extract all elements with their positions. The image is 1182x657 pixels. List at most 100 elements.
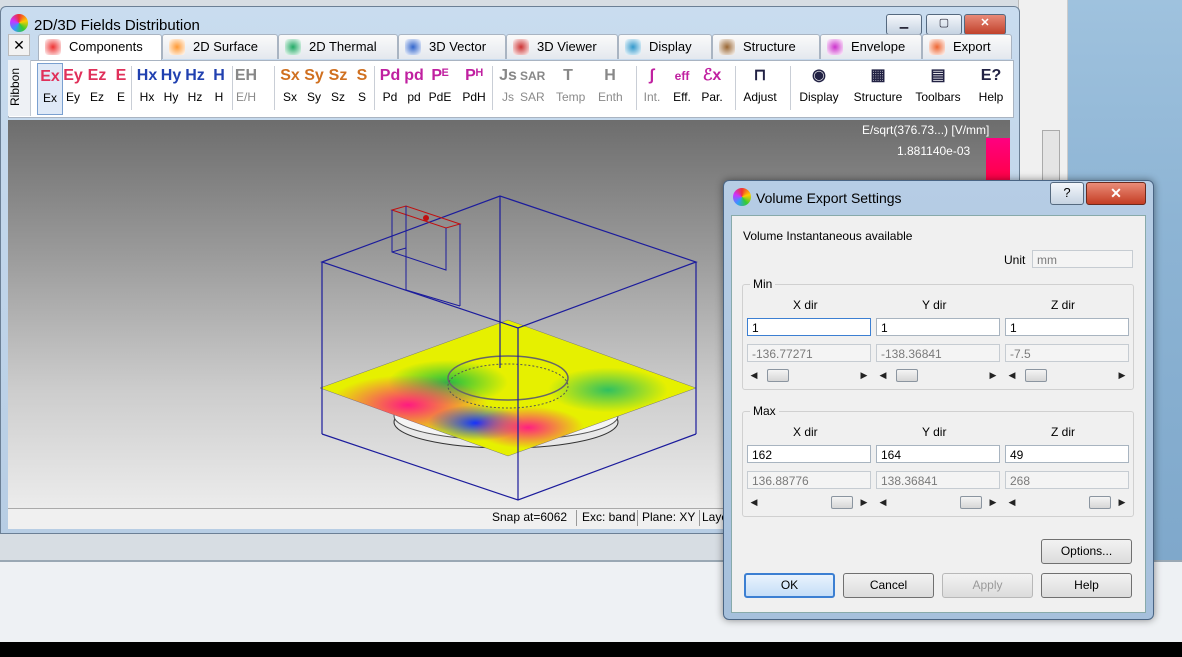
ribbon-button-eff-[interactable]: eff Eff.: [670, 63, 694, 113]
ok-button[interactable]: OK: [744, 573, 835, 598]
min-x-readout: -136.77271: [747, 344, 871, 362]
options-button[interactable]: Options...: [1041, 539, 1132, 564]
ribbon-button-temp[interactable]: T Temp: [556, 63, 585, 113]
ribbon-button-ez[interactable]: Ez Ez: [85, 63, 109, 113]
ribbon-button-par-[interactable]: ℰx Par.: [700, 63, 724, 113]
tab-3d-vector[interactable]: 3D Vector: [398, 34, 506, 59]
scroll-right-icon[interactable]: ▶: [1117, 495, 1127, 509]
dialog-close-button[interactable]: ✕: [1086, 182, 1146, 205]
min-y-slider[interactable]: ◀ ▶: [876, 368, 1000, 382]
max-x-header: X dir: [793, 425, 818, 439]
max-z-slider[interactable]: ◀ ▶: [1005, 495, 1129, 509]
ribbon-button-label: Eff.: [673, 90, 691, 104]
ribbon-button-e-h[interactable]: EH E/H: [234, 63, 258, 113]
scroll-thumb[interactable]: [767, 369, 790, 382]
max-x-input[interactable]: 162: [747, 445, 871, 463]
ribbon-button-sy[interactable]: Sy Sy: [302, 63, 326, 113]
tab-envelope[interactable]: Envelope: [820, 34, 922, 59]
ribbon-separator: [131, 66, 132, 110]
ribbon-button-hz[interactable]: Hz Hz: [183, 63, 207, 113]
ribbon-button-help[interactable]: E? Help: [976, 63, 1006, 113]
ribbon-button-ey[interactable]: Ey Ey: [61, 63, 85, 113]
ribbon-separator: [735, 66, 736, 110]
min-z-header: Z dir: [1051, 298, 1075, 312]
minimize-button[interactable]: ▁: [886, 14, 922, 35]
ribbon-button-label: Ey: [65, 90, 80, 104]
scroll-thumb[interactable]: [1088, 496, 1111, 509]
ribbon-button-hx[interactable]: Hx Hx: [135, 63, 159, 113]
scroll-thumb[interactable]: [1025, 369, 1048, 382]
ribbon-button-hy[interactable]: Hy Hy: [159, 63, 183, 113]
help-button[interactable]: Help: [1041, 573, 1132, 598]
maximize-button[interactable]: ▢: [926, 14, 962, 35]
scroll-thumb[interactable]: [959, 496, 982, 509]
scroll-left-icon[interactable]: ◀: [878, 368, 888, 382]
scroll-right-icon[interactable]: ▶: [859, 368, 869, 382]
ribbon-button-s[interactable]: SS: [350, 63, 374, 113]
tab-label: Envelope: [851, 39, 906, 54]
status-separator: [637, 510, 638, 526]
status-excitation: Exc: band: [582, 510, 636, 524]
min-z-slider[interactable]: ◀ ▶: [1005, 368, 1129, 382]
scroll-left-icon[interactable]: ◀: [749, 495, 759, 509]
tab-display[interactable]: Display: [618, 34, 712, 59]
tab-3d-viewer[interactable]: 3D Viewer: [506, 34, 618, 59]
ribbon-button-js[interactable]: Js Js: [496, 63, 520, 113]
ribbon-button-enth[interactable]: H Enth: [598, 63, 623, 113]
scroll-right-icon[interactable]: ▶: [988, 495, 998, 509]
ribbon-button-e[interactable]: EE: [109, 63, 133, 113]
tab-structure[interactable]: Structure: [712, 34, 820, 59]
scroll-left-icon[interactable]: ◀: [1007, 495, 1017, 509]
ribbon-button-label: Par.: [701, 90, 723, 104]
max-x-slider[interactable]: ◀ ▶: [747, 495, 871, 509]
ribbon-button-int-[interactable]: ∫ Int.: [640, 63, 664, 113]
ribbon-button-pd[interactable]: pd pd: [402, 63, 426, 113]
max-z-input[interactable]: 49: [1005, 445, 1129, 463]
pde-icon: Pᴱ: [431, 67, 449, 84]
ribbon-button-pd[interactable]: Pd Pd: [378, 63, 402, 113]
scroll-right-icon[interactable]: ▶: [1117, 368, 1127, 382]
ribbon-button-sz[interactable]: Sz Sz: [326, 63, 350, 113]
ribbon-button-pdh[interactable]: Pᴴ PdH: [462, 63, 486, 113]
apply-button[interactable]: Apply: [942, 573, 1033, 598]
tab-2d-thermal[interactable]: 2D Thermal: [278, 34, 398, 59]
min-x-input[interactable]: 1: [747, 318, 871, 336]
ribbon-close-button[interactable]: ✕: [8, 34, 30, 56]
min-z-input[interactable]: 1: [1005, 318, 1129, 336]
max-y-input[interactable]: 164: [876, 445, 1000, 463]
scroll-right-icon[interactable]: ▶: [859, 495, 869, 509]
hy-icon: Hy: [160, 67, 182, 84]
close-button[interactable]: ✕: [964, 14, 1006, 35]
ribbon-button-pde[interactable]: Pᴱ PdE: [428, 63, 452, 113]
max-z-header: Z dir: [1051, 425, 1075, 439]
scroll-left-icon[interactable]: ◀: [1007, 368, 1017, 382]
ribbon-button-ex[interactable]: Ex Ex: [37, 63, 63, 115]
ribbon-button-sx[interactable]: Sx Sx: [278, 63, 302, 113]
ribbon-button-label: Hx: [139, 90, 155, 104]
status-separator: [576, 510, 577, 526]
scroll-thumb[interactable]: [896, 369, 919, 382]
scroll-left-icon[interactable]: ◀: [749, 368, 759, 382]
cancel-button[interactable]: Cancel: [843, 573, 934, 598]
tab-2d-surface[interactable]: 2D Surface: [162, 34, 278, 59]
max-y-slider[interactable]: ◀ ▶: [876, 495, 1000, 509]
tab-components[interactable]: Components: [38, 34, 162, 61]
min-x-slider[interactable]: ◀ ▶: [747, 368, 871, 382]
ribbon-button-h[interactable]: HH: [207, 63, 231, 113]
scroll-left-icon[interactable]: ◀: [878, 495, 888, 509]
structure-icon: ▦: [870, 67, 886, 84]
min-y-input[interactable]: 1: [876, 318, 1000, 336]
dialog-help-button[interactable]: ?: [1050, 182, 1084, 205]
tab-label: 3D Vector: [429, 39, 487, 54]
sar-icon: SAR: [520, 69, 546, 83]
ribbon-button-display[interactable]: ◉ Display: [796, 63, 842, 113]
ribbon-button-adjust[interactable]: ⊓ Adjust: [740, 63, 780, 113]
field-plane: [319, 319, 697, 457]
scroll-thumb[interactable]: [830, 496, 853, 509]
ribbon-button-structure[interactable]: ▦ Structure: [848, 63, 908, 113]
ribbon-button-sar[interactable]: SAR SAR: [520, 63, 546, 113]
ribbon-button-toolbars[interactable]: ▤ Toolbars: [912, 63, 964, 113]
tab-export[interactable]: Export: [922, 34, 1012, 59]
sz-icon: Sz: [328, 67, 348, 84]
scroll-right-icon[interactable]: ▶: [988, 368, 998, 382]
